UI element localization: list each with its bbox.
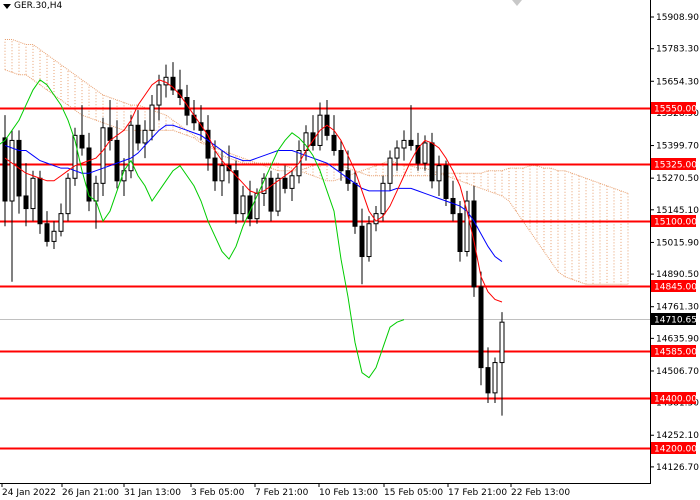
candle-body-up — [422, 142, 428, 164]
level-price-badge: 14845.00 — [651, 280, 697, 293]
price-chart[interactable]: 15908.9015783.3015654.3015528.9015399.70… — [0, 0, 700, 500]
candle-body-down — [331, 134, 337, 152]
time-tick-label: 7 Feb 21:00 — [255, 488, 309, 498]
candle-body-down — [457, 213, 463, 252]
dropdown-triangle-icon[interactable] — [3, 3, 11, 9]
price-tick-label: 15783.30 — [656, 45, 699, 55]
candle-body-up — [9, 139, 15, 202]
level-badge-label: 14400.00 — [654, 395, 697, 405]
candle-body-up — [254, 192, 260, 220]
time-tick-label: 22 Feb 13:00 — [511, 488, 570, 498]
candle-body-up — [240, 195, 246, 215]
candle — [65, 173, 71, 222]
level-price-badge: 14400.00 — [651, 392, 697, 405]
symbol-label: GER.30,H4 — [14, 1, 63, 11]
candle-body-up — [58, 213, 64, 232]
price-tick-label: 14506.70 — [656, 367, 699, 377]
time-tick-label: 15 Feb 05:00 — [384, 488, 443, 498]
candle-body-down — [135, 124, 141, 144]
candle-body-up — [289, 175, 295, 189]
candle-body-down — [408, 139, 414, 146]
level-badge-label: 14200.00 — [654, 445, 697, 455]
time-tick-label: 3 Feb 05:00 — [191, 488, 245, 498]
candle-body-up — [142, 129, 148, 144]
candle-body-down — [478, 286, 484, 369]
plot-area[interactable] — [0, 0, 650, 483]
price-tick-label: 14761.30 — [656, 303, 699, 313]
candle-body-up — [275, 177, 281, 212]
candle-body-down — [429, 142, 435, 182]
candle-body-down — [23, 195, 29, 210]
candle-body-down — [44, 223, 50, 242]
symbol-title: GER.30,H4 — [3, 1, 62, 11]
time-tick-label: 26 Jan 21:00 — [62, 488, 119, 498]
candle-body-up — [394, 147, 400, 159]
candle-body-up — [436, 165, 442, 182]
candle-body-up — [65, 177, 71, 215]
candle-body-down — [212, 157, 218, 182]
candle-body-up — [499, 321, 505, 364]
candle-body-down — [485, 367, 491, 394]
chart-root[interactable]: 15908.9015783.3015654.3015528.9015399.70… — [0, 0, 700, 500]
candle-body-up — [100, 127, 106, 184]
candle-body-down — [359, 225, 365, 258]
price-tick-label: 14252.10 — [656, 431, 699, 441]
time-axis-ticks: 24 Jan 2022 26 Jan 21:00 31 Jan 13:00 3 Feb… — [1, 483, 570, 498]
level-badge-label: 15550.00 — [654, 105, 697, 115]
candle-body-down — [2, 137, 8, 202]
price-tick-label: 15145.10 — [656, 206, 699, 216]
candle-body-up — [387, 157, 393, 184]
time-tick-label: 17 Feb 21:00 — [448, 488, 507, 498]
candle-body-up — [401, 139, 407, 149]
candle-body-down — [443, 165, 449, 199]
candle-body-down — [450, 197, 456, 215]
candle-body-up — [464, 200, 470, 252]
candle-body-up — [380, 182, 386, 215]
level-price-badge: 15325.00 — [651, 158, 697, 171]
candle-body-down — [79, 134, 85, 149]
candle-body-down — [107, 127, 113, 141]
candle-body-up — [492, 362, 498, 394]
price-tick-label: 15399.70 — [656, 142, 699, 152]
price-tick-label: 15270.50 — [656, 174, 699, 184]
current-price-badge: 14710.65 — [651, 313, 697, 326]
level-badge-label: 15100.00 — [654, 218, 697, 228]
candle-body-down — [86, 147, 92, 202]
time-tick-label: 10 Feb 13:00 — [319, 488, 378, 498]
time-tick-label: 24 Jan 2022 — [2, 488, 56, 498]
current-price-badge-label: 14710.65 — [654, 316, 697, 326]
level-price-badge: 14585.00 — [651, 345, 697, 358]
candle-body-down — [191, 114, 197, 124]
candle-body-down — [352, 182, 358, 227]
candle-body-up — [51, 230, 57, 242]
candle — [464, 190, 470, 257]
time-tick-label: 31 Jan 13:00 — [124, 488, 181, 498]
candle-body-up — [156, 84, 162, 106]
candle-body-down — [37, 177, 43, 225]
candle-body-down — [282, 177, 288, 189]
candle-body-up — [219, 165, 225, 182]
price-tick-label: 14890.50 — [656, 270, 699, 280]
level-badge-label: 14845.00 — [654, 283, 697, 293]
price-tick-label: 14126.70 — [656, 463, 699, 473]
candle-body-up — [30, 177, 36, 210]
candle-body-up — [366, 223, 372, 258]
level-price-badge: 14200.00 — [651, 442, 697, 455]
price-tick-label: 15908.90 — [656, 13, 699, 23]
candle-body-up — [149, 104, 155, 131]
level-badge-label: 15325.00 — [654, 161, 697, 171]
candle-body-up — [93, 182, 99, 202]
level-price-badge: 15100.00 — [651, 215, 697, 228]
candle-body-down — [205, 129, 211, 159]
candle-body-down — [114, 139, 120, 182]
chart-shift-marker-icon[interactable] — [512, 0, 522, 6]
candle-body-down — [268, 177, 274, 212]
price-tick-label: 15015.90 — [656, 238, 699, 248]
candle-body-down — [338, 150, 344, 172]
price-tick-label: 15654.30 — [656, 77, 699, 87]
level-badge-label: 14585.00 — [654, 348, 697, 358]
level-price-badge: 15550.00 — [651, 102, 697, 115]
price-tick-label: 14635.90 — [656, 334, 699, 344]
